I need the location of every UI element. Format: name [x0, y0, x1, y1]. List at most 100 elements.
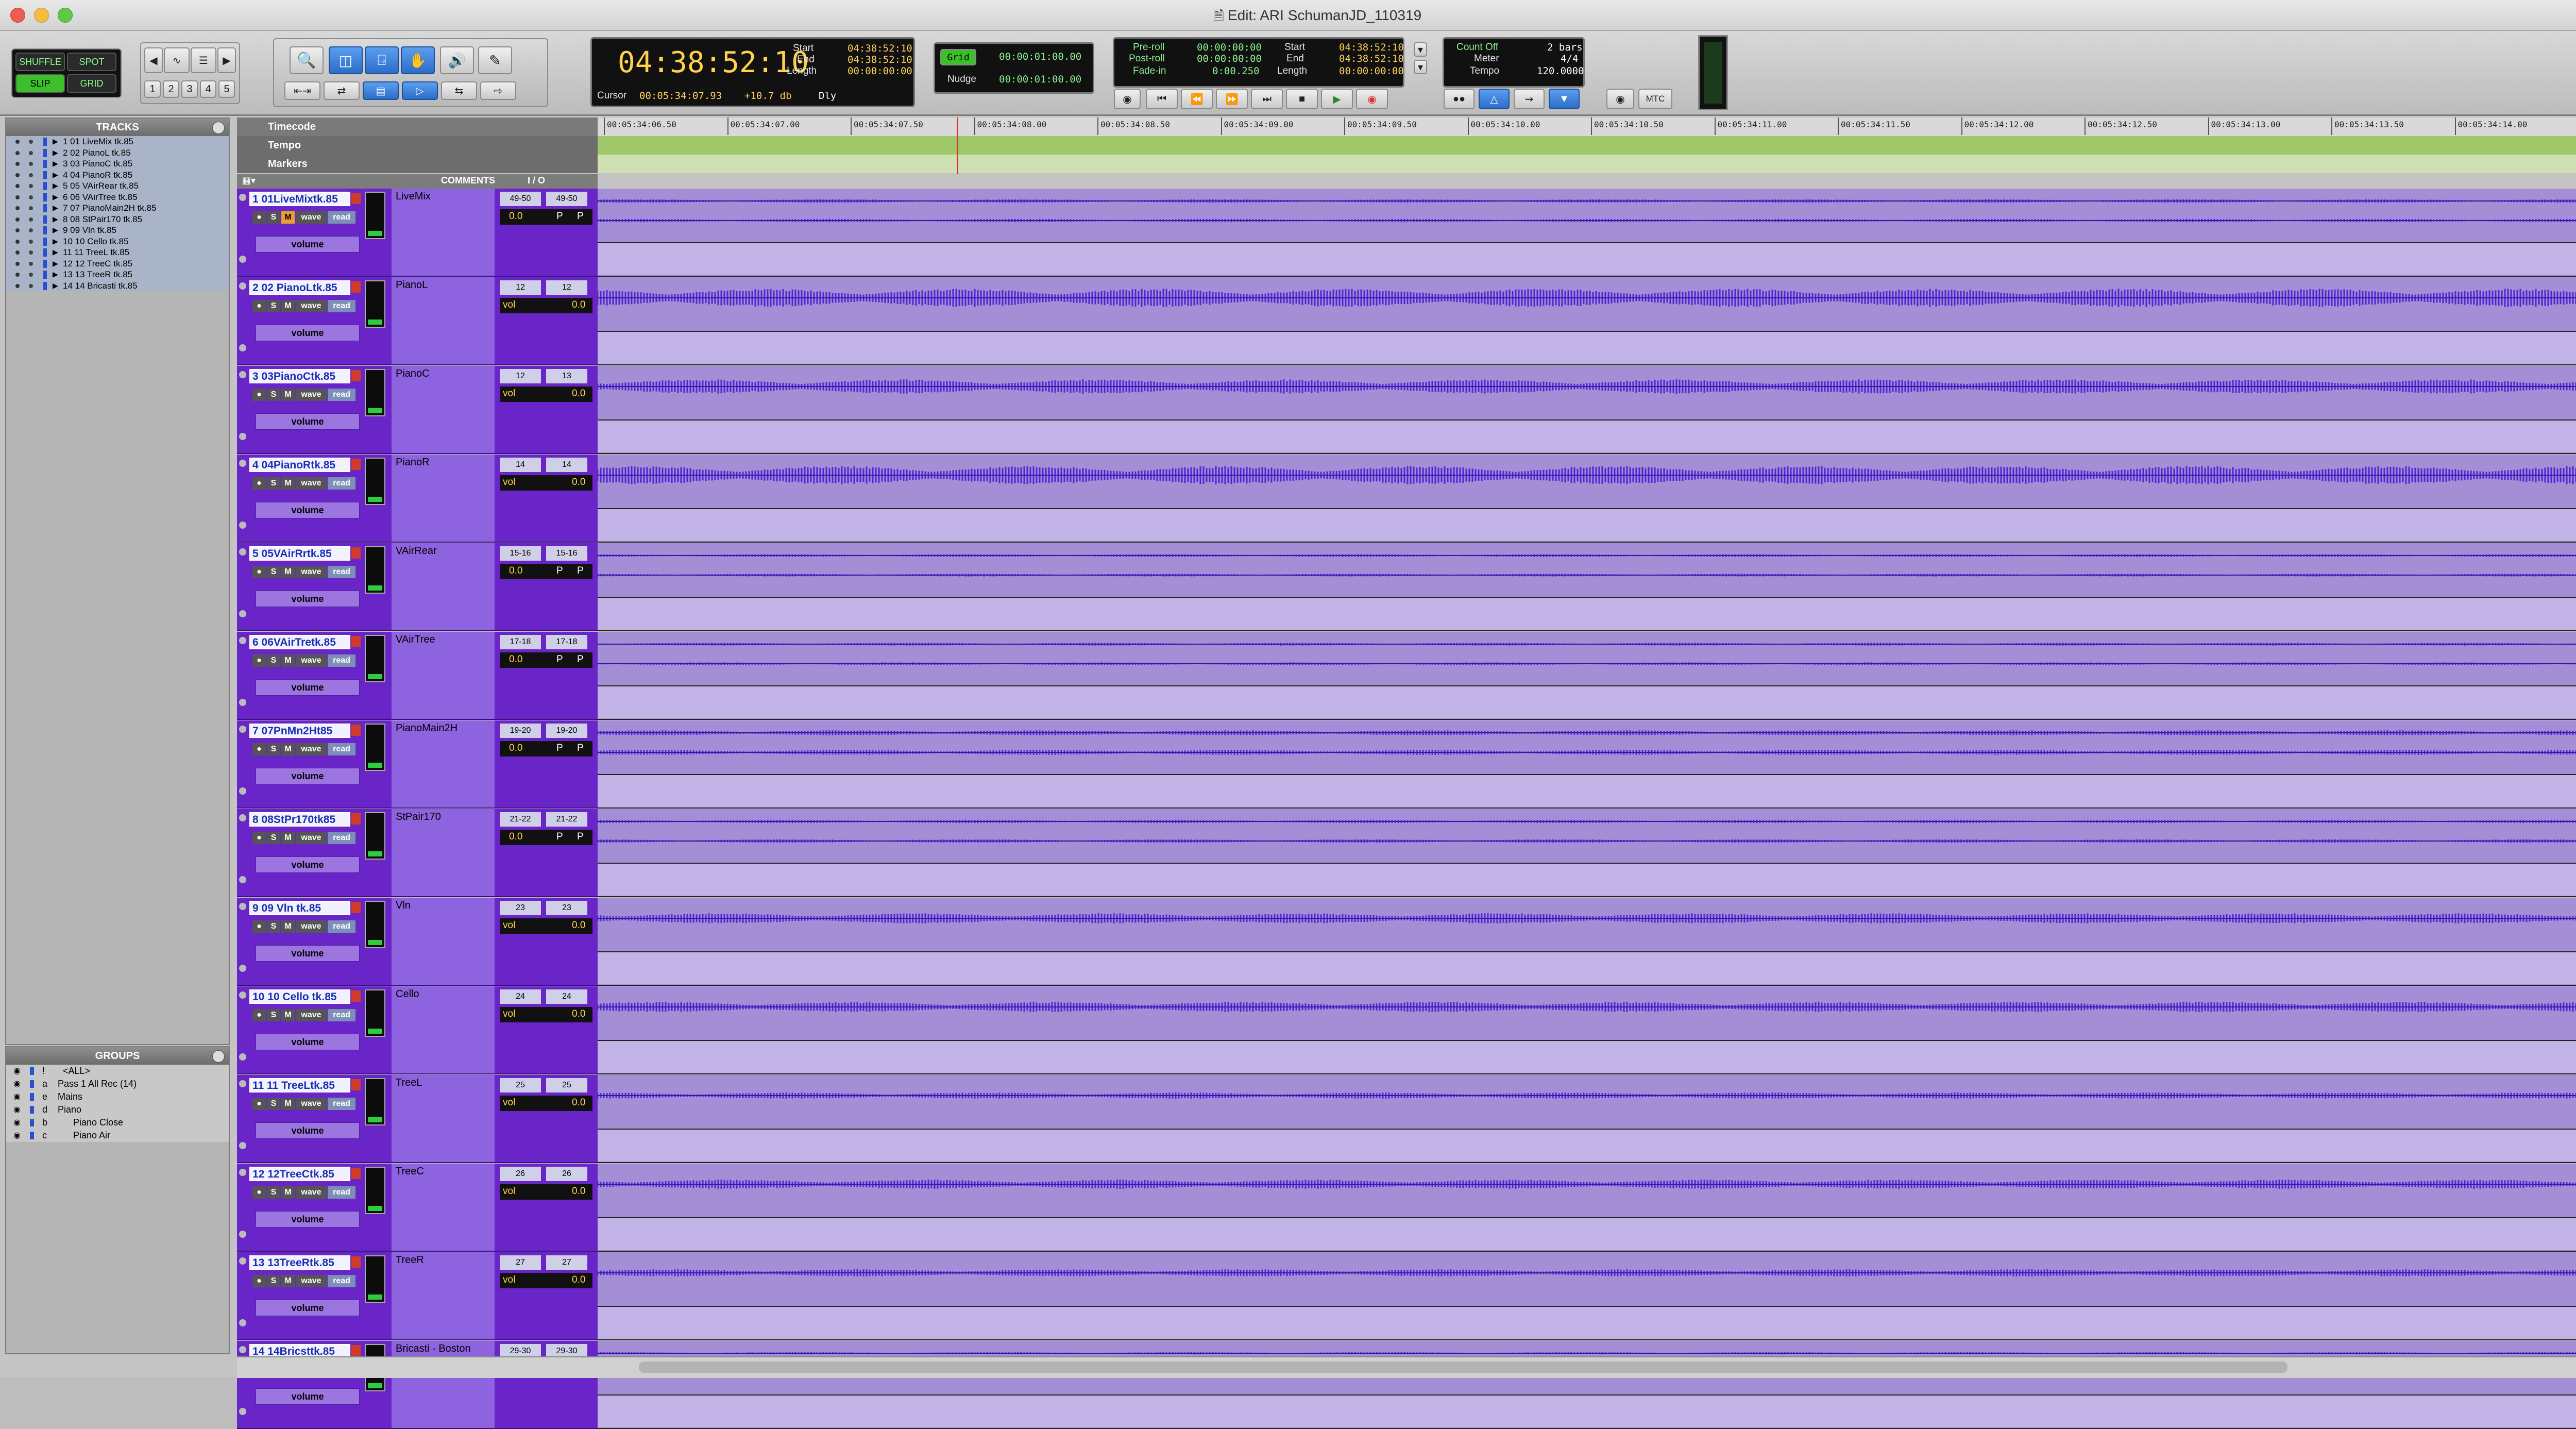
track-output-selector[interactable]: 19-20: [546, 724, 587, 738]
automation-lane-selector[interactable]: volume: [256, 768, 360, 784]
track-select-icon[interactable]: [239, 460, 246, 467]
track-view-selector[interactable]: wave: [296, 477, 327, 490]
track-input-selector[interactable]: 15-16: [500, 546, 541, 561]
track-show-toggle-icon[interactable]: [15, 250, 20, 255]
track-automation-icon[interactable]: [239, 433, 246, 440]
track-select-icon[interactable]: [239, 282, 246, 290]
keyboard-focus-button[interactable]: ⇨: [480, 81, 516, 100]
track-name[interactable]: 13 13TreeRtk.85: [249, 1255, 350, 1270]
track-playlist-lane[interactable]: [598, 720, 2576, 809]
solo-button[interactable]: S: [267, 211, 280, 224]
audio-region-waveform[interactable]: [598, 986, 2576, 1040]
automation-lane-selector[interactable]: volume: [256, 1388, 360, 1405]
automation-lane-selector[interactable]: volume: [256, 1211, 360, 1228]
mirror-midi-button[interactable]: ⇆: [441, 81, 477, 100]
record-enable-button[interactable]: ●: [252, 743, 266, 755]
automation-lane[interactable]: [598, 1396, 2576, 1427]
metronome-button[interactable]: △: [1479, 89, 1510, 109]
track-playlist-lane[interactable]: [598, 189, 2576, 277]
mute-button[interactable]: M: [281, 654, 295, 667]
automation-lane-selector[interactable]: volume: [256, 679, 360, 696]
grabber-tool-button[interactable]: ✋: [401, 46, 435, 74]
group-list-item[interactable]: ◉! <ALL>: [6, 1065, 229, 1078]
track-show-toggle-icon[interactable]: [15, 206, 20, 210]
track-output-selector[interactable]: 13: [546, 369, 587, 383]
track-name[interactable]: 8 08StPr170tk85: [249, 812, 350, 827]
track-input-selector[interactable]: 17-18: [500, 635, 541, 649]
track-name[interactable]: 5 05VAirRrtk.85: [249, 546, 350, 561]
record-enable-button[interactable]: ●: [252, 300, 266, 312]
automation-lane-selector[interactable]: volume: [256, 236, 360, 253]
track-output-selector[interactable]: 15-16: [546, 546, 587, 561]
track-input-selector[interactable]: 19-20: [500, 724, 541, 738]
pan-left-value[interactable]: P: [556, 654, 563, 665]
track-playlist-lane[interactable]: [598, 632, 2576, 720]
midi-zoom-button[interactable]: ☰: [191, 47, 216, 73]
track-show-toggle-icon[interactable]: [15, 150, 20, 155]
track-select-icon[interactable]: [239, 194, 246, 201]
track-output-selector[interactable]: 24: [546, 989, 587, 1004]
track-name[interactable]: 12 12TreeCtk.85: [249, 1167, 350, 1181]
track-name[interactable]: 10 10 Cello tk.85: [249, 989, 350, 1004]
track-view-selector[interactable]: wave: [296, 832, 327, 844]
track-list-item[interactable]: ▶ 9 09 Vln tk.85: [6, 225, 229, 236]
track-automation-icon[interactable]: [239, 699, 246, 706]
track-show-toggle-icon[interactable]: [15, 239, 20, 244]
track-automation-icon[interactable]: [239, 1142, 246, 1149]
horizontal-scroll-thumb[interactable]: [639, 1361, 2287, 1373]
track-volume-display[interactable]: vol 0.0: [500, 298, 592, 313]
markers-strip[interactable]: [598, 155, 2576, 173]
track-name[interactable]: 9 09 Vln tk.85: [249, 901, 350, 915]
track-select-icon[interactable]: [239, 903, 246, 910]
track-show-toggle-icon[interactable]: [15, 173, 20, 177]
track-playlist-lane[interactable]: [598, 1252, 2576, 1340]
automation-lane[interactable]: [598, 243, 2576, 275]
slip-mode-button[interactable]: SLIP: [15, 74, 65, 93]
markers-ruler-label[interactable]: Markers: [237, 155, 598, 173]
track-output-selector[interactable]: 49-50: [546, 192, 587, 206]
track-comments[interactable]: PianoMain2H: [392, 720, 495, 809]
track-comments[interactable]: LiveMix: [392, 189, 495, 277]
automation-mode-selector[interactable]: read: [328, 389, 355, 401]
track-volume-display[interactable]: vol 0.0: [500, 918, 592, 934]
record-enable-button[interactable]: ●: [252, 389, 266, 401]
automation-lane[interactable]: [598, 509, 2576, 541]
track-volume-display[interactable]: vol 0.0: [500, 1273, 592, 1288]
track-name[interactable]: 7 07PnMn2Ht85: [249, 724, 350, 738]
solo-button[interactable]: S: [267, 566, 280, 578]
automation-lane[interactable]: [598, 952, 2576, 984]
shuffle-mode-button[interactable]: SHUFFLE: [15, 53, 65, 71]
zoom-preset-1[interactable]: 1: [144, 80, 161, 98]
automation-lane-selector[interactable]: volume: [256, 1034, 360, 1050]
track-volume-display[interactable]: 0.0 P P: [500, 209, 592, 225]
automation-lane[interactable]: [598, 864, 2576, 896]
pan-right-value[interactable]: P: [577, 211, 584, 222]
track-list-item[interactable]: ▶ 4 04 PianoR tk.85: [6, 169, 229, 180]
track-volume-display[interactable]: vol 0.0: [500, 1096, 592, 1111]
preroll-value[interactable]: 00:00:00:00: [1197, 42, 1262, 53]
track-input-selector[interactable]: 12: [500, 369, 541, 383]
stop-button[interactable]: ■: [1286, 89, 1318, 109]
audio-region-waveform[interactable]: [598, 809, 2576, 863]
automation-mode-selector[interactable]: read: [328, 1275, 355, 1287]
audio-region-waveform[interactable]: [598, 898, 2576, 951]
track-show-toggle-icon[interactable]: [15, 217, 20, 222]
horizontal-scrollbar[interactable]: [237, 1356, 2576, 1378]
track-automation-icon[interactable]: [239, 787, 246, 795]
spot-mode-button[interactable]: SPOT: [67, 53, 116, 71]
track-view-selector[interactable]: wave: [296, 1186, 327, 1199]
audio-region-waveform[interactable]: [598, 189, 2576, 242]
track-view-selector[interactable]: wave: [296, 389, 327, 401]
mute-button[interactable]: M: [281, 1275, 295, 1287]
grid-mode-button[interactable]: GRID: [67, 74, 116, 93]
track-view-selector[interactable]: wave: [296, 1009, 327, 1021]
audio-region-waveform[interactable]: [598, 277, 2576, 331]
automation-lane[interactable]: [598, 1218, 2576, 1250]
track-list-item[interactable]: ▶ 6 06 VAirTree tk.85: [6, 191, 229, 203]
track-comments[interactable]: TreeR: [392, 1252, 495, 1340]
automation-lane-selector[interactable]: volume: [256, 1300, 360, 1316]
delay-compensation[interactable]: Dly: [819, 90, 836, 102]
track-name[interactable]: 4 04PianoRtk.85: [249, 458, 350, 472]
fadein-value[interactable]: 0:00.250: [1212, 65, 1260, 77]
track-list-item[interactable]: ▶ 10 10 Cello tk.85: [6, 236, 229, 247]
